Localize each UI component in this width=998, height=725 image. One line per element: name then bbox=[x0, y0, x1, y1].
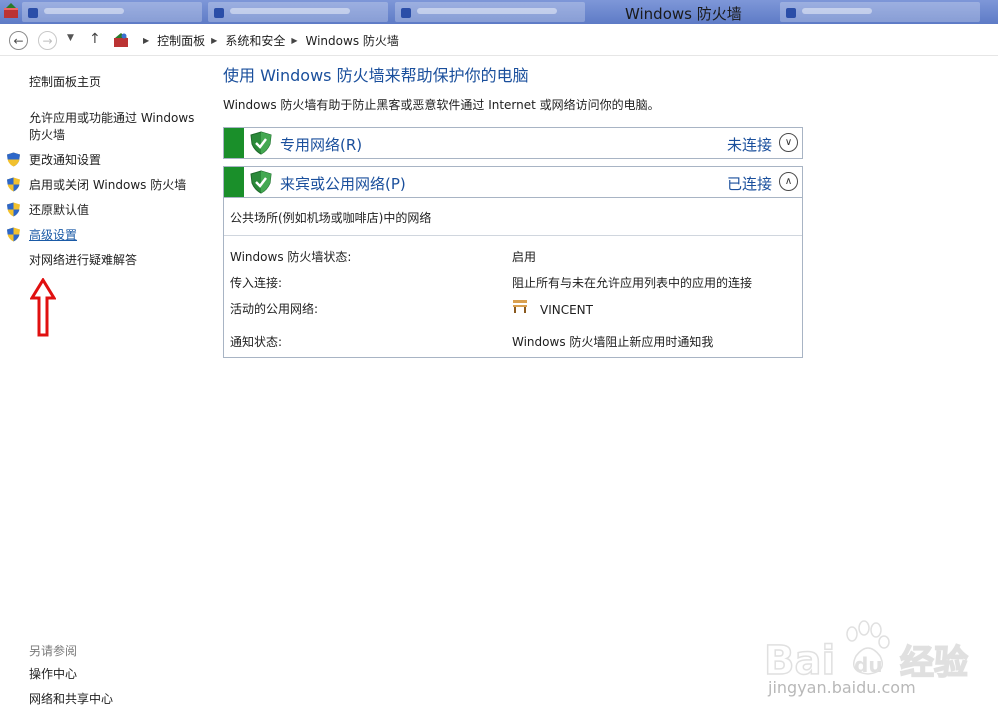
sidebar-item-restore-defaults[interactable]: 还原默认值 bbox=[29, 202, 204, 219]
arrow-up-icon: ↑ bbox=[89, 31, 101, 47]
uac-shield-icon bbox=[7, 202, 20, 217]
private-network-header[interactable]: 专用网络(R) 未连接 ∨ bbox=[223, 127, 803, 159]
breadcrumb-control-panel[interactable]: 控制面板 bbox=[157, 32, 205, 49]
breadcrumb-separator-icon: ▶ bbox=[291, 35, 298, 45]
expand-chevron-down-icon[interactable]: ∨ bbox=[779, 133, 798, 152]
breadcrumb-separator-icon: ▶ bbox=[211, 35, 218, 45]
collapse-chevron-up-icon[interactable]: ∧ bbox=[779, 172, 798, 191]
title-bar: Windows 防火墙 bbox=[0, 0, 998, 24]
firewall-state-value: 启用 bbox=[512, 250, 537, 264]
watermark-url: jingyan.baidu.com bbox=[768, 678, 916, 697]
chevron-down-icon: ▼ bbox=[67, 33, 74, 43]
svg-text:经验: 经验 bbox=[900, 643, 968, 683]
taskbar-tab[interactable] bbox=[780, 2, 980, 22]
firewall-state-label: Windows 防火墙状态: bbox=[230, 250, 352, 264]
arrow-left-icon: ← bbox=[13, 33, 24, 48]
ie-icon bbox=[28, 8, 38, 18]
left-sidebar: 控制面板主页 允许应用或功能通过 Windows 防火墙 更改通知设置 启用或关… bbox=[0, 56, 210, 725]
sidebar-item-toggle-firewall[interactable]: 启用或关闭 Windows 防火墙 bbox=[29, 177, 204, 194]
page-title: 使用 Windows 防火墙来帮助保护你的电脑 bbox=[223, 66, 529, 85]
incoming-connections-label: 传入连接: bbox=[230, 276, 283, 290]
back-button[interactable]: ← bbox=[9, 31, 28, 50]
red-annotation-arrow-icon bbox=[30, 278, 56, 337]
public-network-label: 来宾或公用网络(P) bbox=[280, 175, 406, 193]
control-panel-icon bbox=[114, 33, 128, 47]
green-check-shield-icon bbox=[250, 131, 272, 155]
address-bar: ← → ▼ ↑ ▶ 控制面板 ▶ 系统和安全 ▶ Windows 防火墙 bbox=[0, 24, 998, 56]
ie-icon bbox=[401, 8, 411, 18]
ie-icon bbox=[214, 8, 224, 18]
uac-shield-icon bbox=[7, 177, 20, 192]
breadcrumb[interactable]: ▶ 控制面板 ▶ 系统和安全 ▶ Windows 防火墙 bbox=[108, 28, 998, 52]
status-green-bar bbox=[224, 128, 244, 158]
up-button[interactable]: ↑ bbox=[89, 31, 101, 47]
baidu-watermark-logo: Bai du 经验 bbox=[763, 620, 969, 685]
breadcrumb-separator-icon: ▶ bbox=[143, 35, 150, 45]
divider bbox=[224, 235, 802, 236]
arrow-right-icon: → bbox=[42, 33, 53, 48]
uac-shield-icon bbox=[7, 227, 20, 242]
firewall-app-icon bbox=[4, 3, 18, 18]
green-check-shield-icon bbox=[250, 170, 272, 194]
sidebar-item-troubleshoot[interactable]: 对网络进行疑难解答 bbox=[29, 252, 204, 269]
svg-text:du: du bbox=[854, 653, 883, 677]
public-network-bench-icon bbox=[513, 300, 527, 313]
see-also-heading: 另请参阅 bbox=[29, 644, 78, 658]
network-description: 公共场所(例如机场或咖啡店)中的网络 bbox=[230, 211, 432, 225]
taskbar-tab[interactable] bbox=[395, 2, 585, 22]
public-network-header[interactable]: 来宾或公用网络(P) 已连接 ∧ bbox=[223, 166, 803, 198]
active-network-label: 活动的公用网络: bbox=[230, 302, 319, 316]
sidebar-item-notification-settings[interactable]: 更改通知设置 bbox=[29, 152, 204, 169]
recent-locations-dropdown[interactable]: ▼ bbox=[67, 33, 74, 43]
private-network-label: 专用网络(R) bbox=[280, 136, 363, 154]
uac-shield-icon bbox=[7, 152, 20, 167]
status-green-bar bbox=[224, 167, 244, 197]
notification-state-label: 通知状态: bbox=[230, 335, 283, 349]
see-also-network-sharing-center[interactable]: 网络和共享中心 bbox=[29, 691, 204, 708]
breadcrumb-windows-firewall[interactable]: Windows 防火墙 bbox=[306, 32, 399, 49]
forward-button[interactable]: → bbox=[38, 31, 57, 50]
taskbar-tab[interactable] bbox=[208, 2, 388, 22]
sidebar-item-allow-apps[interactable]: 允许应用或功能通过 Windows 防火墙 bbox=[29, 110, 204, 144]
public-network-status: 已连接 bbox=[726, 175, 772, 193]
sidebar-item-control-panel-home[interactable]: 控制面板主页 bbox=[29, 74, 204, 91]
taskbar-tab[interactable] bbox=[22, 2, 202, 22]
see-also-action-center[interactable]: 操作中心 bbox=[29, 666, 204, 683]
sidebar-item-advanced-settings[interactable]: 高级设置 bbox=[29, 227, 204, 244]
breadcrumb-system-security[interactable]: 系统和安全 bbox=[225, 32, 285, 49]
page-description: Windows 防火墙有助于防止黑客或恶意软件通过 Internet 或网络访问… bbox=[223, 98, 660, 112]
incoming-connections-value: 阻止所有与未在允许应用列表中的应用的连接 bbox=[512, 276, 753, 290]
notification-state-value: Windows 防火墙阻止新应用时通知我 bbox=[512, 335, 714, 349]
public-network-details-panel: 公共场所(例如机场或咖啡店)中的网络 Windows 防火墙状态: 启用 传入连… bbox=[223, 198, 803, 358]
active-network-value: VINCENT bbox=[540, 303, 593, 317]
private-network-status: 未连接 bbox=[726, 136, 772, 154]
window-title: Windows 防火墙 bbox=[625, 5, 742, 23]
ie-icon bbox=[786, 8, 796, 18]
